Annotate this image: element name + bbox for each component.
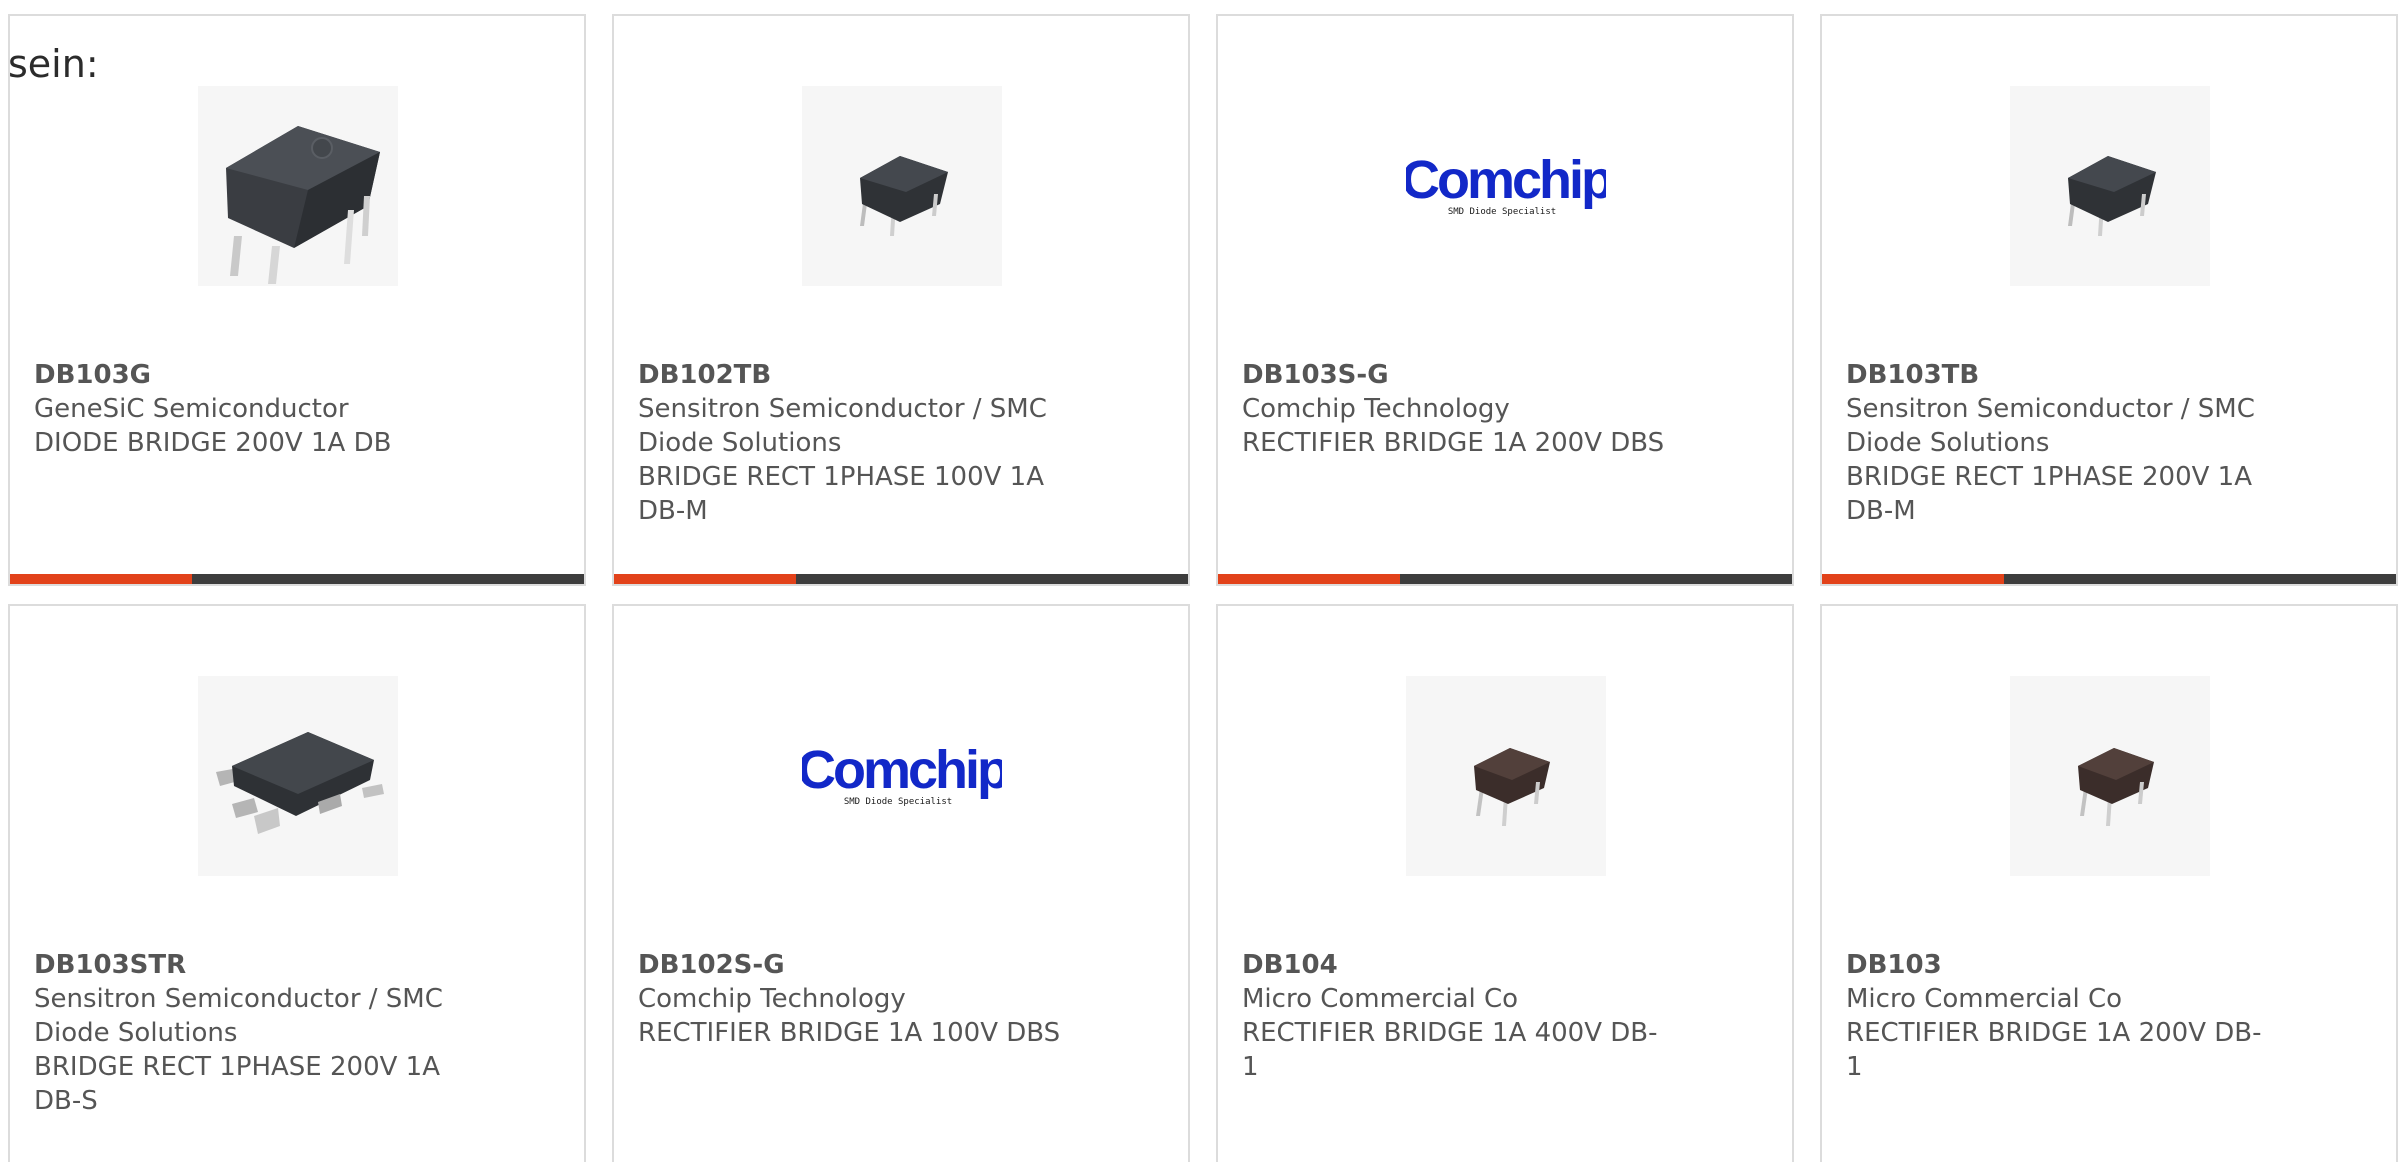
comchip-logo-tagline: SMD Diode Specialist xyxy=(844,797,952,807)
part-number[interactable]: DB103TB xyxy=(1846,358,2276,392)
card-footer-bar xyxy=(1218,574,1792,584)
manufacturer-continued: Diode Solutions xyxy=(1846,428,2050,458)
card-accent-bar xyxy=(1218,574,1400,584)
product-info: DB103G GeneSiC Semiconductor DIODE BRIDG… xyxy=(34,358,464,460)
product-info: DB103STR Sensitron Semiconductor / SMC D… xyxy=(34,948,464,1118)
part-number[interactable]: DB102S-G xyxy=(638,948,1068,982)
product-card[interactable]: DB103 Micro Commercial Co RECTIFIER BRID… xyxy=(1820,604,2398,1162)
comchip-logo-text: Comchip xyxy=(802,740,1002,800)
card-accent-bar xyxy=(614,574,796,584)
product-description: RECTIFIER BRIDGE 1A 400V DB-1 xyxy=(1242,1018,1658,1082)
card-footer-bar xyxy=(614,574,1188,584)
manufacturer: Sensitron Semiconductor / SMC xyxy=(34,984,443,1014)
product-card[interactable]: Comchip SMD Diode Specialist DB102S-G Co… xyxy=(612,604,1190,1162)
part-number[interactable]: DB103S-G xyxy=(1242,358,1672,392)
product-image-smd-bridge-chip[interactable] xyxy=(198,676,398,876)
manufacturer: Micro Commercial Co xyxy=(1242,984,1519,1014)
product-card[interactable]: Comchip SMD Diode Specialist DB103S-G Co… xyxy=(1216,14,1794,586)
product-description: DIODE BRIDGE 200V 1A DB xyxy=(34,428,392,458)
manufacturer: Micro Commercial Co xyxy=(1846,984,2123,1014)
product-info: DB102TB Sensitron Semiconductor / SMC Di… xyxy=(638,358,1068,528)
manufacturer: Comchip Technology xyxy=(638,984,906,1014)
part-number[interactable]: DB103G xyxy=(34,358,464,392)
product-description: BRIDGE RECT 1PHASE 200V 1A xyxy=(1846,462,2252,492)
product-description: RECTIFIER BRIDGE 1A 200V DB-1 xyxy=(1846,1018,2262,1082)
product-image-dip-bridge-chip[interactable] xyxy=(1406,676,1606,876)
product-info: DB103S-G Comchip Technology RECTIFIER BR… xyxy=(1242,358,1672,460)
product-description: BRIDGE RECT 1PHASE 100V 1A xyxy=(638,462,1044,492)
manufacturer: Sensitron Semiconductor / SMC xyxy=(1846,394,2255,424)
manufacturer-continued: Diode Solutions xyxy=(638,428,842,458)
product-description-continued: DB-S xyxy=(34,1086,98,1116)
product-info: DB102S-G Comchip Technology RECTIFIER BR… xyxy=(638,948,1068,1050)
intro-text: sein: xyxy=(8,42,99,86)
product-card[interactable]: DB103TB Sensitron Semiconductor / SMC Di… xyxy=(1820,14,2398,586)
product-description: RECTIFIER BRIDGE 1A 200V DBS xyxy=(1242,428,1665,458)
product-image-dip-bridge-chip[interactable] xyxy=(802,86,1002,286)
product-description-continued: DB-M xyxy=(1846,496,1916,526)
card-accent-bar xyxy=(10,574,192,584)
product-grid-page: sein: DB103G GeneSiC Semiconductor DIODE… xyxy=(0,0,2400,1162)
card-footer-bar xyxy=(10,574,584,584)
part-number[interactable]: DB103STR xyxy=(34,948,464,982)
manufacturer: Comchip Technology xyxy=(1242,394,1510,424)
product-info: DB103TB Sensitron Semiconductor / SMC Di… xyxy=(1846,358,2276,528)
product-card[interactable]: DB103STR Sensitron Semiconductor / SMC D… xyxy=(8,604,586,1162)
manufacturer: GeneSiC Semiconductor xyxy=(34,394,349,424)
product-info: DB103 Micro Commercial Co RECTIFIER BRID… xyxy=(1846,948,2276,1084)
comchip-logo[interactable]: Comchip SMD Diode Specialist xyxy=(1406,86,1606,286)
product-card[interactable]: DB102TB Sensitron Semiconductor / SMC Di… xyxy=(612,14,1190,586)
product-description-continued: DB-M xyxy=(638,496,708,526)
product-image-dip-bridge-chip[interactable] xyxy=(2010,86,2210,286)
manufacturer-continued: Diode Solutions xyxy=(34,1018,238,1048)
product-image-dip-bridge-chip[interactable] xyxy=(198,86,398,286)
comchip-logo[interactable]: Comchip SMD Diode Specialist xyxy=(802,676,1002,876)
product-info: DB104 Micro Commercial Co RECTIFIER BRID… xyxy=(1242,948,1672,1084)
part-number[interactable]: DB102TB xyxy=(638,358,1068,392)
product-description: RECTIFIER BRIDGE 1A 100V DBS xyxy=(638,1018,1061,1048)
product-description: BRIDGE RECT 1PHASE 200V 1A xyxy=(34,1052,440,1082)
card-footer-bar xyxy=(1822,574,2396,584)
product-card[interactable]: DB103G GeneSiC Semiconductor DIODE BRIDG… xyxy=(8,14,586,586)
comchip-logo-text: Comchip xyxy=(1406,150,1606,210)
part-number[interactable]: DB103 xyxy=(1846,948,2276,982)
part-number[interactable]: DB104 xyxy=(1242,948,1672,982)
product-image-dip-bridge-chip[interactable] xyxy=(2010,676,2210,876)
comchip-logo-tagline: SMD Diode Specialist xyxy=(1448,207,1556,217)
product-card[interactable]: DB104 Micro Commercial Co RECTIFIER BRID… xyxy=(1216,604,1794,1162)
card-accent-bar xyxy=(1822,574,2004,584)
manufacturer: Sensitron Semiconductor / SMC xyxy=(638,394,1047,424)
